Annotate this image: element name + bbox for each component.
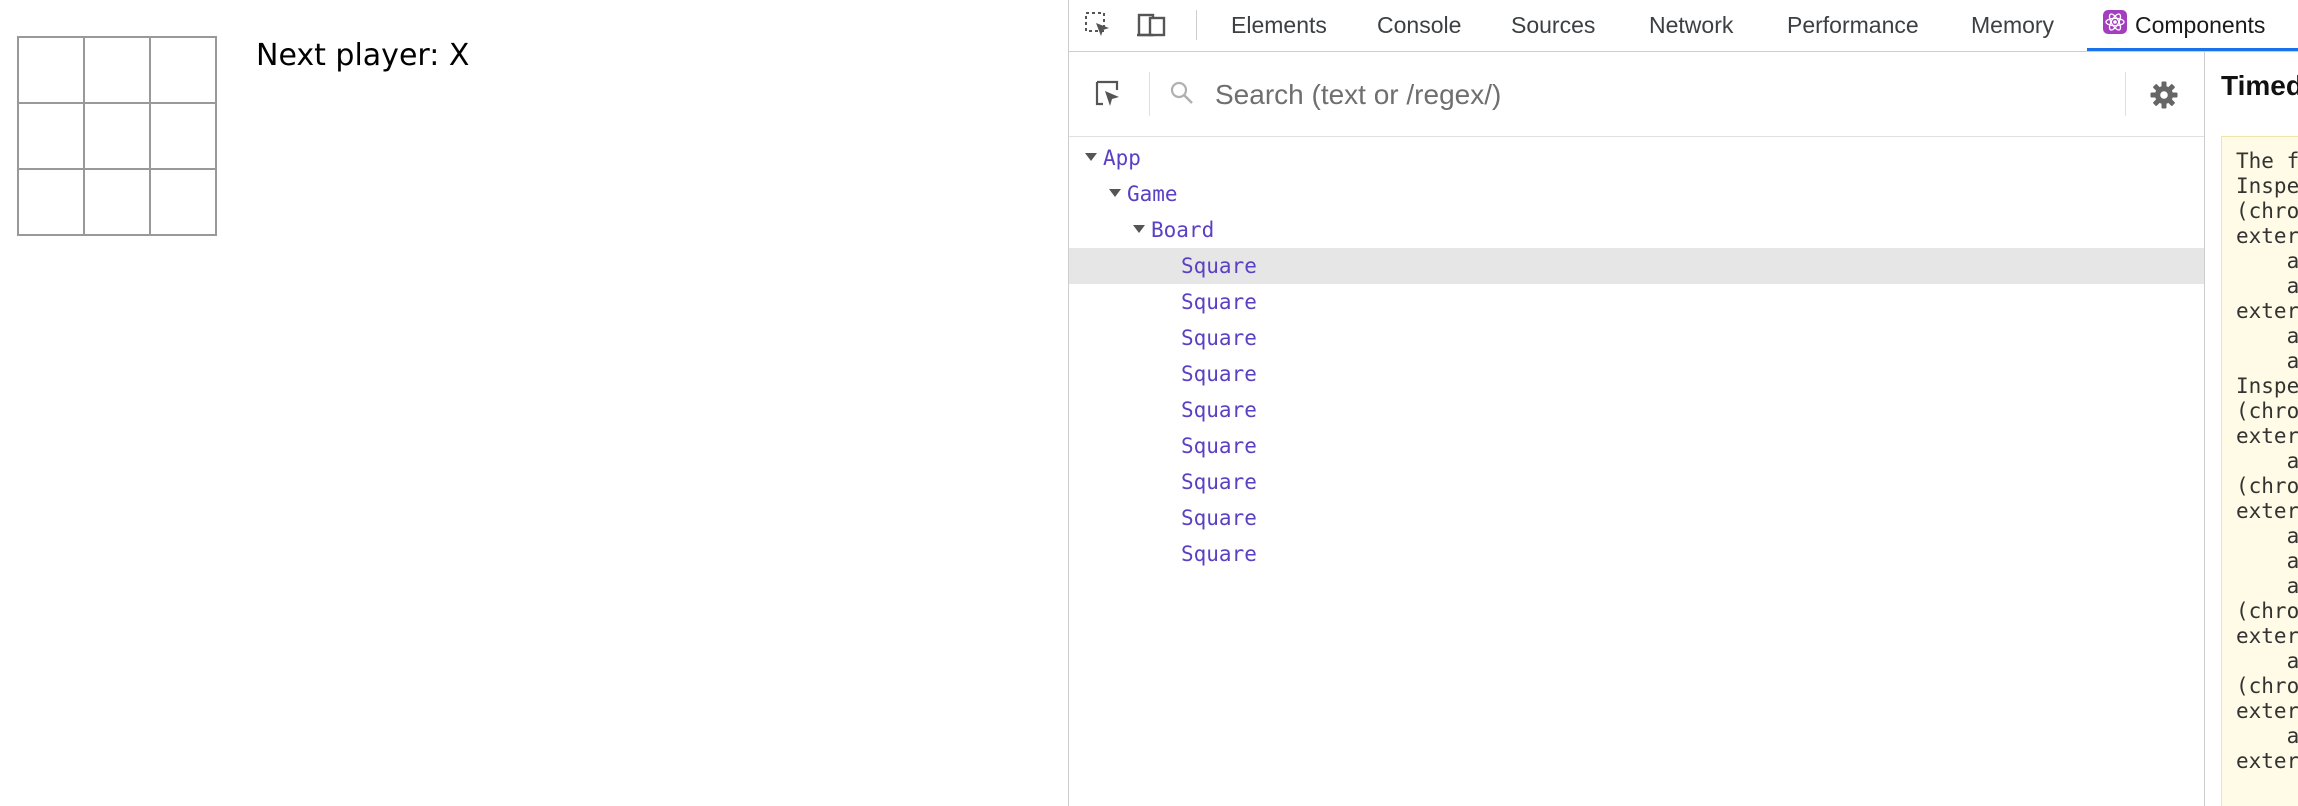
- game-status: Next player: X: [256, 38, 470, 73]
- game-board: [17, 36, 217, 236]
- message-line: The f: [2236, 149, 2298, 173]
- search-divider-right: [2125, 72, 2126, 116]
- tree-node-label: Board: [1151, 218, 1215, 242]
- message-line: Inspe: [2236, 174, 2298, 198]
- message-line: a: [2236, 349, 2298, 373]
- tree-node-square[interactable]: Square: [1069, 284, 2204, 320]
- expand-arrow-icon[interactable]: [1133, 225, 1145, 233]
- board-square[interactable]: [84, 103, 150, 169]
- side-panel-title: Timed: [2221, 70, 2298, 101]
- devtools-panel: Elements Console Sources Network Perform…: [1068, 0, 2298, 806]
- tree-node-label: Square: [1181, 362, 1257, 386]
- search-icon: [1169, 80, 1195, 111]
- inspected-element-panel: Timed The f Inspe (chro exter a a exter …: [2205, 52, 2298, 806]
- board-square[interactable]: [150, 37, 216, 103]
- gear-icon[interactable]: [2147, 78, 2181, 112]
- message-line: (chro: [2236, 399, 2298, 423]
- message-line: a: [2236, 274, 2298, 298]
- message-line: (chro: [2236, 599, 2298, 623]
- message-line: a: [2236, 324, 2298, 348]
- tree-node-game[interactable]: Game: [1069, 176, 2204, 212]
- board-square[interactable]: [18, 169, 84, 235]
- search-input[interactable]: [1213, 72, 2177, 118]
- tree-node-label: Square: [1181, 434, 1257, 458]
- tree-node-label: App: [1103, 146, 1141, 170]
- message-line: (chro: [2236, 674, 2298, 698]
- message-line: a: [2236, 449, 2298, 473]
- tab-performance[interactable]: Performance: [1785, 0, 1921, 51]
- tree-search-bar: [1069, 52, 2204, 137]
- message-line: a: [2236, 249, 2298, 273]
- tree-node-label: Square: [1181, 506, 1257, 530]
- tree-node-square[interactable]: Square: [1069, 428, 2204, 464]
- message-line: exter: [2236, 424, 2298, 448]
- search-divider: [1149, 72, 1150, 116]
- tree-node-square[interactable]: Square: [1069, 356, 2204, 392]
- message-line: exter: [2236, 299, 2298, 323]
- tree-node-square[interactable]: Square: [1069, 536, 2204, 572]
- tree-node-label: Game: [1127, 182, 1178, 206]
- tab-elements[interactable]: Elements: [1229, 0, 1329, 51]
- message-line: exter: [2236, 499, 2298, 523]
- message-line: exter: [2236, 224, 2298, 248]
- tree-node-label: Square: [1181, 470, 1257, 494]
- tree-node-label: Square: [1181, 398, 1257, 422]
- react-logo-icon: [2103, 1, 2127, 52]
- app-viewport: Next player: X: [0, 0, 1068, 806]
- message-line: a: [2236, 549, 2298, 573]
- tab-memory[interactable]: Memory: [1969, 0, 2056, 51]
- tab-network[interactable]: Network: [1647, 0, 1735, 51]
- board-square[interactable]: [150, 169, 216, 235]
- message-line: Inspe: [2236, 374, 2298, 398]
- message-line: a: [2236, 524, 2298, 548]
- tree-node-square[interactable]: Square: [1069, 392, 2204, 428]
- board-square[interactable]: [18, 37, 84, 103]
- message-line: (chro: [2236, 474, 2298, 498]
- devtools-tab-bar: Elements Console Sources Network Perform…: [1069, 0, 2298, 52]
- tab-components[interactable]: Components: [2087, 0, 2298, 51]
- tree-node-label: Square: [1181, 290, 1257, 314]
- message-line: a: [2236, 574, 2298, 598]
- tree-node-label: Square: [1181, 254, 1257, 278]
- board-square[interactable]: [84, 37, 150, 103]
- message-line: (chro: [2236, 199, 2298, 223]
- board-square[interactable]: [18, 103, 84, 169]
- tree-node-board[interactable]: Board: [1069, 212, 2204, 248]
- component-tree: App Game Board Square Square Square Squa…: [1069, 140, 2204, 572]
- tree-node-square[interactable]: Square: [1069, 500, 2204, 536]
- tree-node-label: Square: [1181, 542, 1257, 566]
- tree-node-square[interactable]: Square: [1069, 248, 2204, 284]
- message-line: exter: [2236, 624, 2298, 648]
- select-component-icon[interactable]: [1089, 76, 1125, 112]
- message-line: a: [2236, 724, 2298, 748]
- message-line: a: [2236, 649, 2298, 673]
- tree-node-app[interactable]: App: [1069, 140, 2204, 176]
- tree-node-label: Square: [1181, 326, 1257, 350]
- tree-node-square[interactable]: Square: [1069, 320, 2204, 356]
- toolbar-divider: [1196, 10, 1197, 40]
- message-line: exter: [2236, 699, 2298, 723]
- device-toolbar-icon[interactable]: [1135, 8, 1169, 42]
- tab-console[interactable]: Console: [1375, 0, 1463, 51]
- board-square[interactable]: [84, 169, 150, 235]
- message-line: exter: [2236, 749, 2298, 773]
- tree-node-square[interactable]: Square: [1069, 464, 2204, 500]
- tab-sources[interactable]: Sources: [1509, 0, 1597, 51]
- tab-components-label: Components: [2135, 12, 2266, 38]
- components-tree-panel: App Game Board Square Square Square Squa…: [1069, 52, 2205, 806]
- board-square[interactable]: [150, 103, 216, 169]
- expand-arrow-icon[interactable]: [1085, 153, 1097, 161]
- expand-arrow-icon[interactable]: [1109, 189, 1121, 197]
- side-panel-message: The f Inspe (chro exter a a exter a a In…: [2221, 136, 2298, 806]
- inspect-element-icon[interactable]: [1081, 8, 1115, 42]
